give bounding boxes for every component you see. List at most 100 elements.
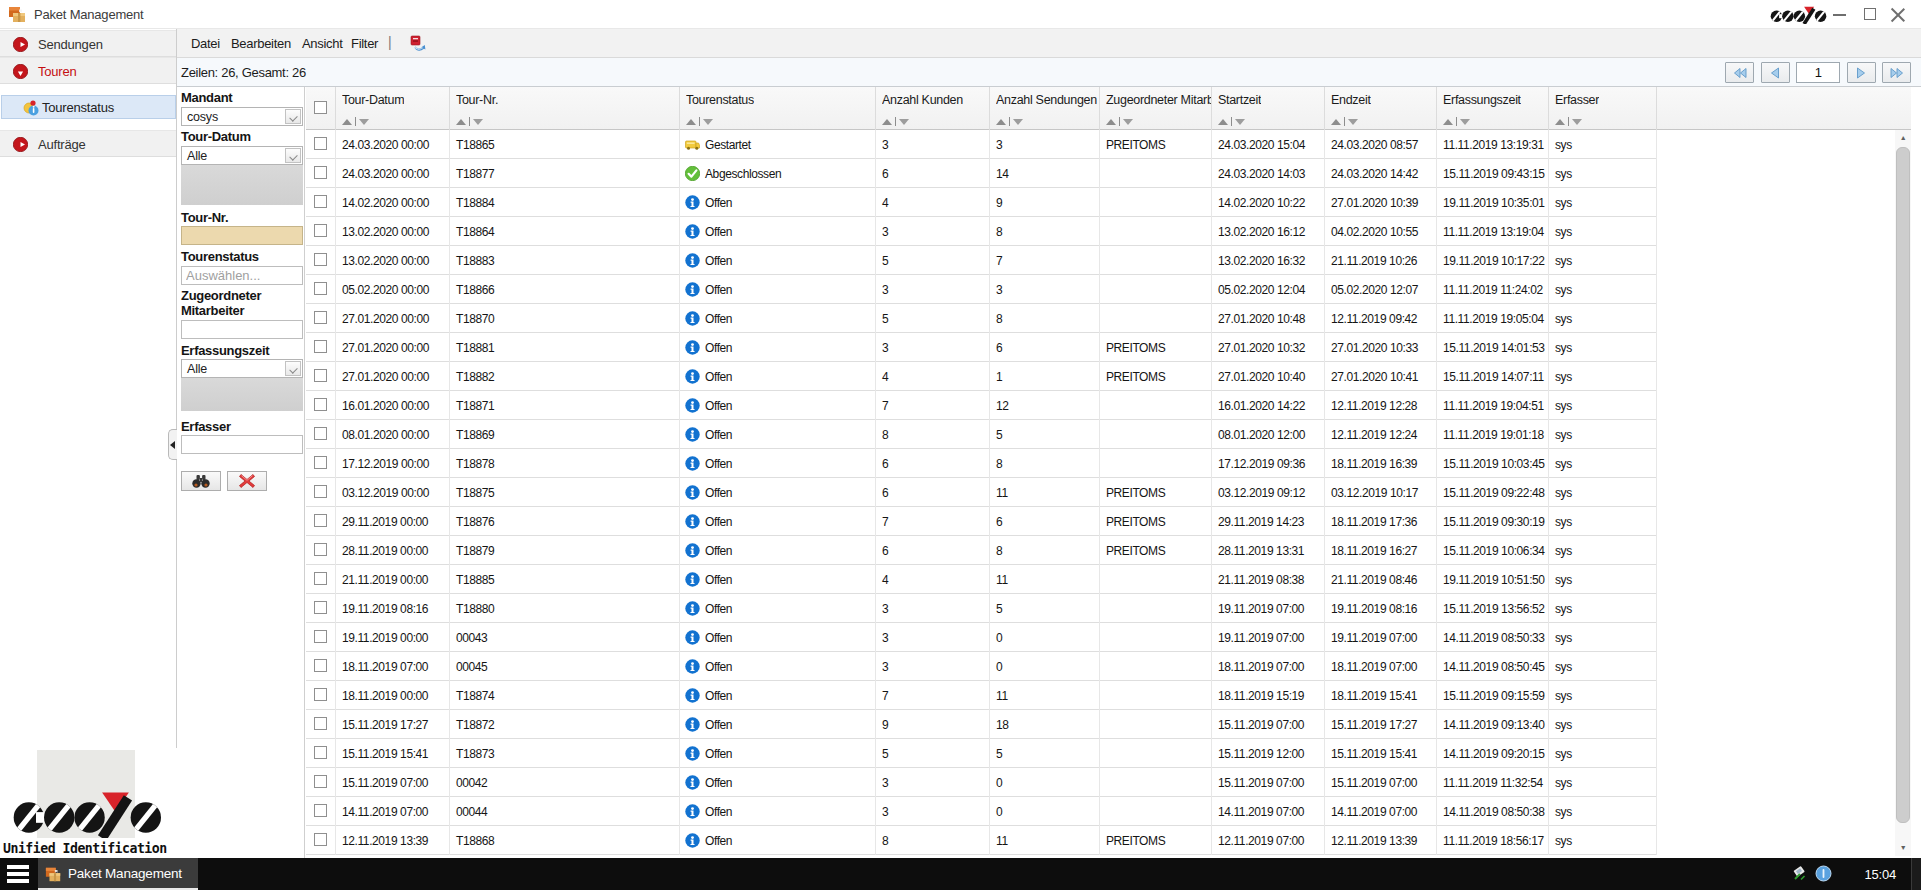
menu-datei[interactable]: Datei [191, 36, 220, 51]
last-page-button[interactable] [1882, 62, 1911, 83]
mandant-select[interactable]: cosys [181, 107, 303, 126]
sort-controls[interactable] [456, 113, 483, 123]
sort-controls[interactable] [1218, 113, 1245, 123]
sidebar-collapse-handle[interactable] [168, 429, 177, 460]
sidebar-item-auftraege[interactable]: Aufträge [0, 130, 176, 157]
table-row[interactable]: 15.11.2019 07:0000042Offen3015.11.2019 0… [306, 768, 1657, 797]
erfasser-input[interactable] [181, 435, 303, 454]
export-icon[interactable] [408, 34, 426, 52]
sort-ascending-icon[interactable] [686, 119, 696, 125]
row-checkbox[interactable] [314, 340, 327, 353]
erfassungszeit-select[interactable]: Alle [181, 359, 303, 378]
chevron-down-icon[interactable] [285, 148, 301, 163]
row-checkbox[interactable] [314, 659, 327, 672]
sort-controls[interactable] [1331, 113, 1358, 123]
row-checkbox[interactable] [314, 427, 327, 440]
table-row[interactable]: 16.01.2020 00:00T18871Offen71216.01.2020… [306, 391, 1657, 420]
sort-controls[interactable] [1106, 113, 1133, 123]
column-header[interactable]: Erfasser [1549, 87, 1657, 130]
row-checkbox[interactable] [314, 543, 327, 556]
table-row[interactable]: 03.12.2019 00:00T18875Offen611PREITOMS03… [306, 478, 1657, 507]
sort-descending-icon[interactable] [899, 119, 909, 125]
sort-descending-icon[interactable] [1235, 119, 1245, 125]
column-header[interactable]: Tour-Nr. [450, 87, 680, 130]
table-row[interactable]: 18.11.2019 00:00T18874Offen71118.11.2019… [306, 681, 1657, 710]
table-row[interactable]: 19.11.2019 00:0000043Offen3019.11.2019 0… [306, 623, 1657, 652]
menu-filter[interactable]: Filter [351, 36, 378, 51]
sort-descending-icon[interactable] [1348, 119, 1358, 125]
scroll-up-arrow[interactable]: ▲ [1895, 130, 1911, 146]
row-checkbox[interactable] [314, 195, 327, 208]
table-row[interactable]: 24.03.2020 00:00T18877Abgeschlossen61424… [306, 159, 1657, 188]
table-row[interactable]: 19.11.2019 08:16T18880Offen3519.11.2019 … [306, 594, 1657, 623]
row-checkbox[interactable] [314, 456, 327, 469]
sort-ascending-icon[interactable] [342, 119, 352, 125]
maximize-button[interactable] [1864, 8, 1876, 20]
sidebar-item-touren[interactable]: Touren [0, 57, 176, 84]
row-checkbox[interactable] [314, 833, 327, 846]
row-checkbox[interactable] [314, 572, 327, 585]
chevron-down-icon[interactable] [285, 109, 301, 124]
table-row[interactable]: 13.02.2020 00:00T18883Offen5713.02.2020 … [306, 246, 1657, 275]
info-tray-icon[interactable] [1815, 865, 1832, 882]
page-number-field[interactable]: 1 [1796, 62, 1840, 83]
table-row[interactable]: 28.11.2019 00:00T18879Offen68PREITOMS28.… [306, 536, 1657, 565]
sort-ascending-icon[interactable] [1218, 119, 1228, 125]
column-header[interactable]: Anzahl Kunden [876, 87, 990, 130]
sort-controls[interactable] [1555, 113, 1582, 123]
tour-nr-input[interactable] [181, 226, 303, 245]
table-row[interactable]: 24.03.2020 00:00T18865Gestartet33PREITOM… [306, 130, 1657, 159]
sort-controls[interactable] [342, 113, 369, 123]
tourenstatus-input[interactable] [181, 266, 303, 285]
sort-ascending-icon[interactable] [456, 119, 466, 125]
clear-filter-button[interactable] [227, 471, 267, 491]
close-icon[interactable] [1891, 7, 1905, 21]
table-row[interactable]: 17.12.2019 00:00T18878Offen6817.12.2019 … [306, 449, 1657, 478]
sort-ascending-icon[interactable] [1331, 119, 1341, 125]
table-row[interactable]: 29.11.2019 00:00T18876Offen76PREITOMS29.… [306, 507, 1657, 536]
row-checkbox[interactable] [314, 485, 327, 498]
table-row[interactable]: 08.01.2020 00:00T18869Offen8508.01.2020 … [306, 420, 1657, 449]
chevron-down-icon[interactable] [285, 361, 301, 376]
sort-controls[interactable] [996, 113, 1023, 123]
sidebar-item-tourenstatus-selected[interactable]: Tourenstatus [1, 95, 176, 119]
row-checkbox[interactable] [314, 601, 327, 614]
show-desktop-button[interactable] [1911, 858, 1921, 890]
sort-descending-icon[interactable] [703, 119, 713, 125]
sort-controls[interactable] [882, 113, 909, 123]
sort-descending-icon[interactable] [1013, 119, 1023, 125]
table-row[interactable]: 13.02.2020 00:00T18864Offen3813.02.2020 … [306, 217, 1657, 246]
zugeordneter-mitarbeiter-input[interactable] [181, 320, 303, 339]
table-row[interactable]: 27.01.2020 00:00T18882Offen41PREITOMS27.… [306, 362, 1657, 391]
column-header[interactable]: Tour-Datum [336, 87, 450, 130]
row-checkbox[interactable] [314, 282, 327, 295]
row-checkbox[interactable] [314, 775, 327, 788]
sort-controls[interactable] [686, 113, 713, 123]
table-row[interactable]: 14.02.2020 00:00T18884Offen4914.02.2020 … [306, 188, 1657, 217]
sort-controls[interactable] [1443, 113, 1470, 123]
table-row[interactable]: 27.01.2020 00:00T18870Offen5827.01.2020 … [306, 304, 1657, 333]
row-checkbox[interactable] [314, 514, 327, 527]
sort-descending-icon[interactable] [1460, 119, 1470, 125]
row-checkbox[interactable] [314, 253, 327, 266]
table-row[interactable]: 15.11.2019 15:41T18873Offen5515.11.2019 … [306, 739, 1657, 768]
sort-ascending-icon[interactable] [1443, 119, 1453, 125]
table-row[interactable]: 15.11.2019 17:27T18872Offen91815.11.2019… [306, 710, 1657, 739]
search-button[interactable] [181, 471, 221, 491]
sort-ascending-icon[interactable] [1106, 119, 1116, 125]
column-header[interactable]: Zugeordneter Mitarbeiter [1100, 87, 1212, 130]
scrollbar-thumb[interactable] [1896, 147, 1910, 823]
column-header[interactable]: Tourenstatus [680, 87, 876, 130]
column-header[interactable]: Startzeit [1212, 87, 1325, 130]
row-checkbox[interactable] [314, 746, 327, 759]
start-menu-button[interactable] [7, 865, 29, 883]
menu-ansicht[interactable]: Ansicht [302, 36, 343, 51]
column-header[interactable]: Endzeit [1325, 87, 1437, 130]
first-page-button[interactable] [1725, 62, 1754, 83]
row-checkbox[interactable] [314, 369, 327, 382]
sort-descending-icon[interactable] [473, 119, 483, 125]
scroll-down-arrow[interactable]: ▼ [1895, 840, 1911, 856]
table-row[interactable]: 18.11.2019 07:0000045Offen3018.11.2019 0… [306, 652, 1657, 681]
table-row[interactable]: 21.11.2019 00:00T18885Offen41121.11.2019… [306, 565, 1657, 594]
row-checkbox[interactable] [314, 311, 327, 324]
